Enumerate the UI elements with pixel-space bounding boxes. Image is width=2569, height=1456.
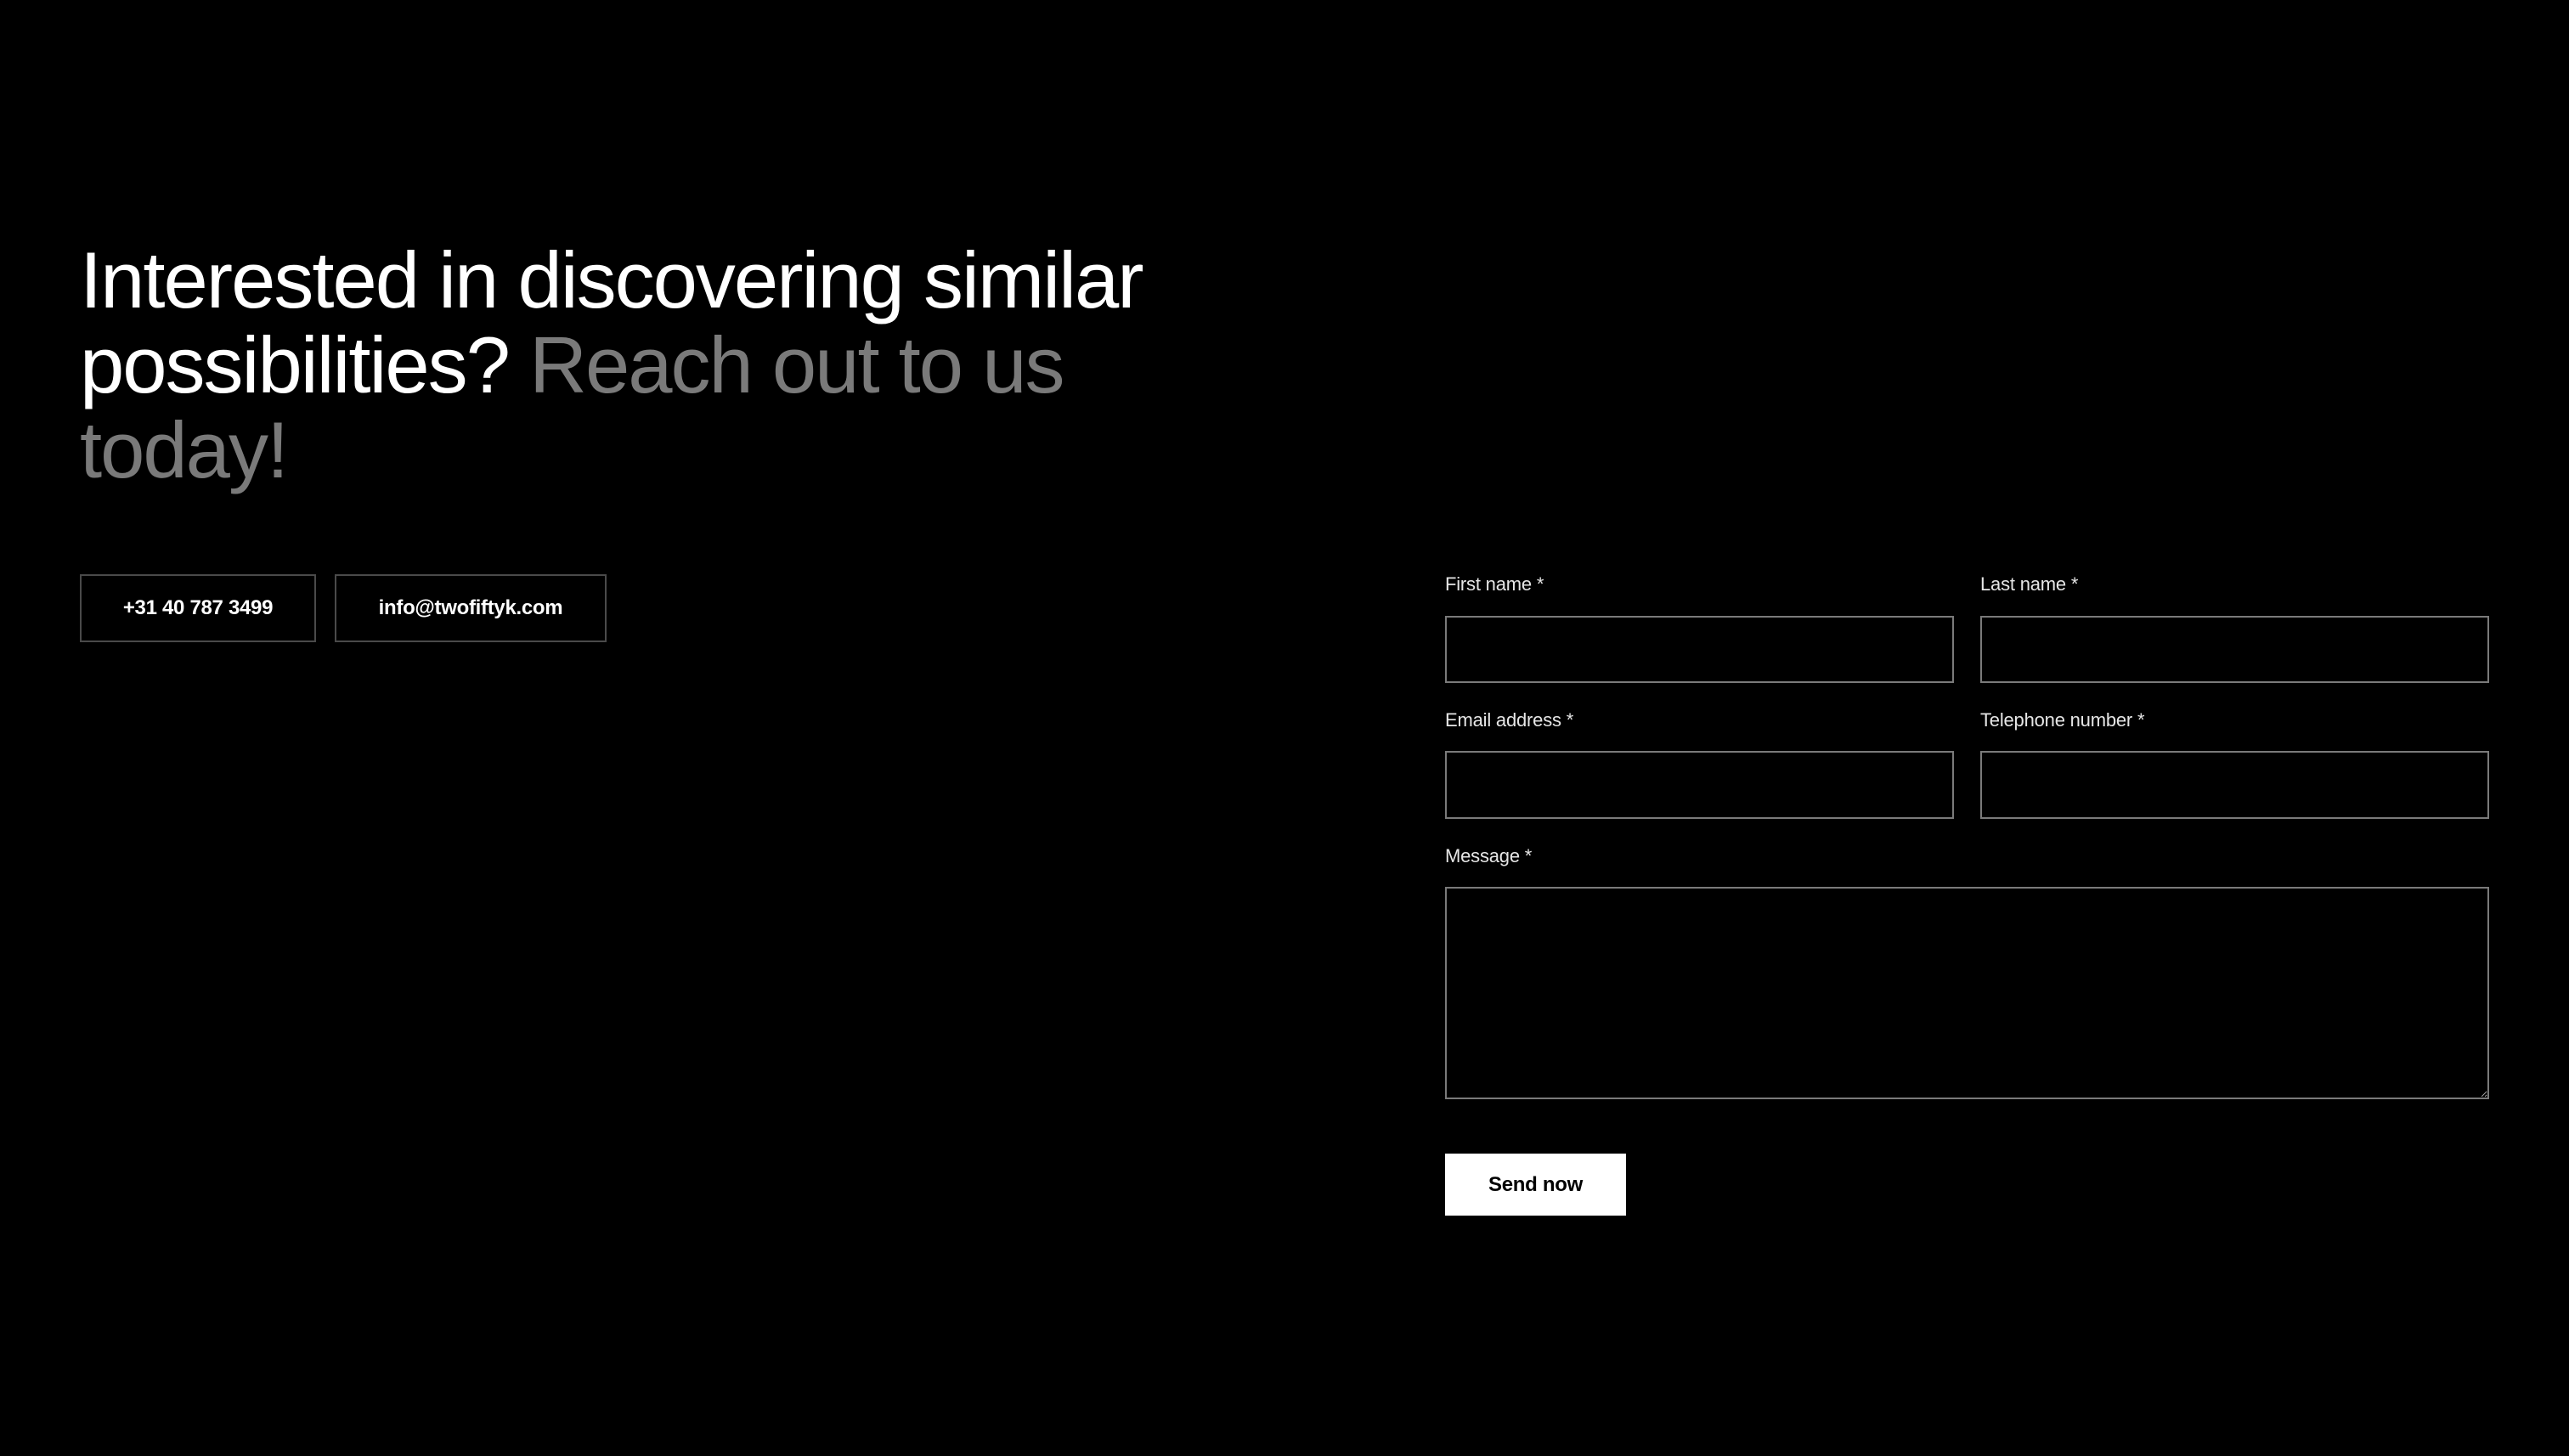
send-now-button[interactable]: Send now [1445, 1154, 1626, 1216]
message-label: Message * [1445, 845, 1533, 866]
phone-button[interactable]: +31 40 787 3499 [80, 574, 316, 642]
page-headline: Interested in discovering similar possib… [80, 238, 1201, 493]
last-name-label: Last name * [1980, 573, 2079, 595]
last-name-input[interactable] [1980, 616, 2489, 683]
email-label: Email address * [1445, 709, 1574, 731]
message-textarea[interactable] [1445, 887, 2489, 1099]
first-name-label: First name * [1445, 573, 1544, 595]
email-button[interactable]: info@twofiftyk.com [335, 574, 607, 642]
telephone-label: Telephone number * [1980, 709, 2145, 731]
telephone-input[interactable] [1980, 751, 2489, 819]
email-input[interactable] [1445, 751, 1954, 819]
first-name-input[interactable] [1445, 616, 1954, 683]
